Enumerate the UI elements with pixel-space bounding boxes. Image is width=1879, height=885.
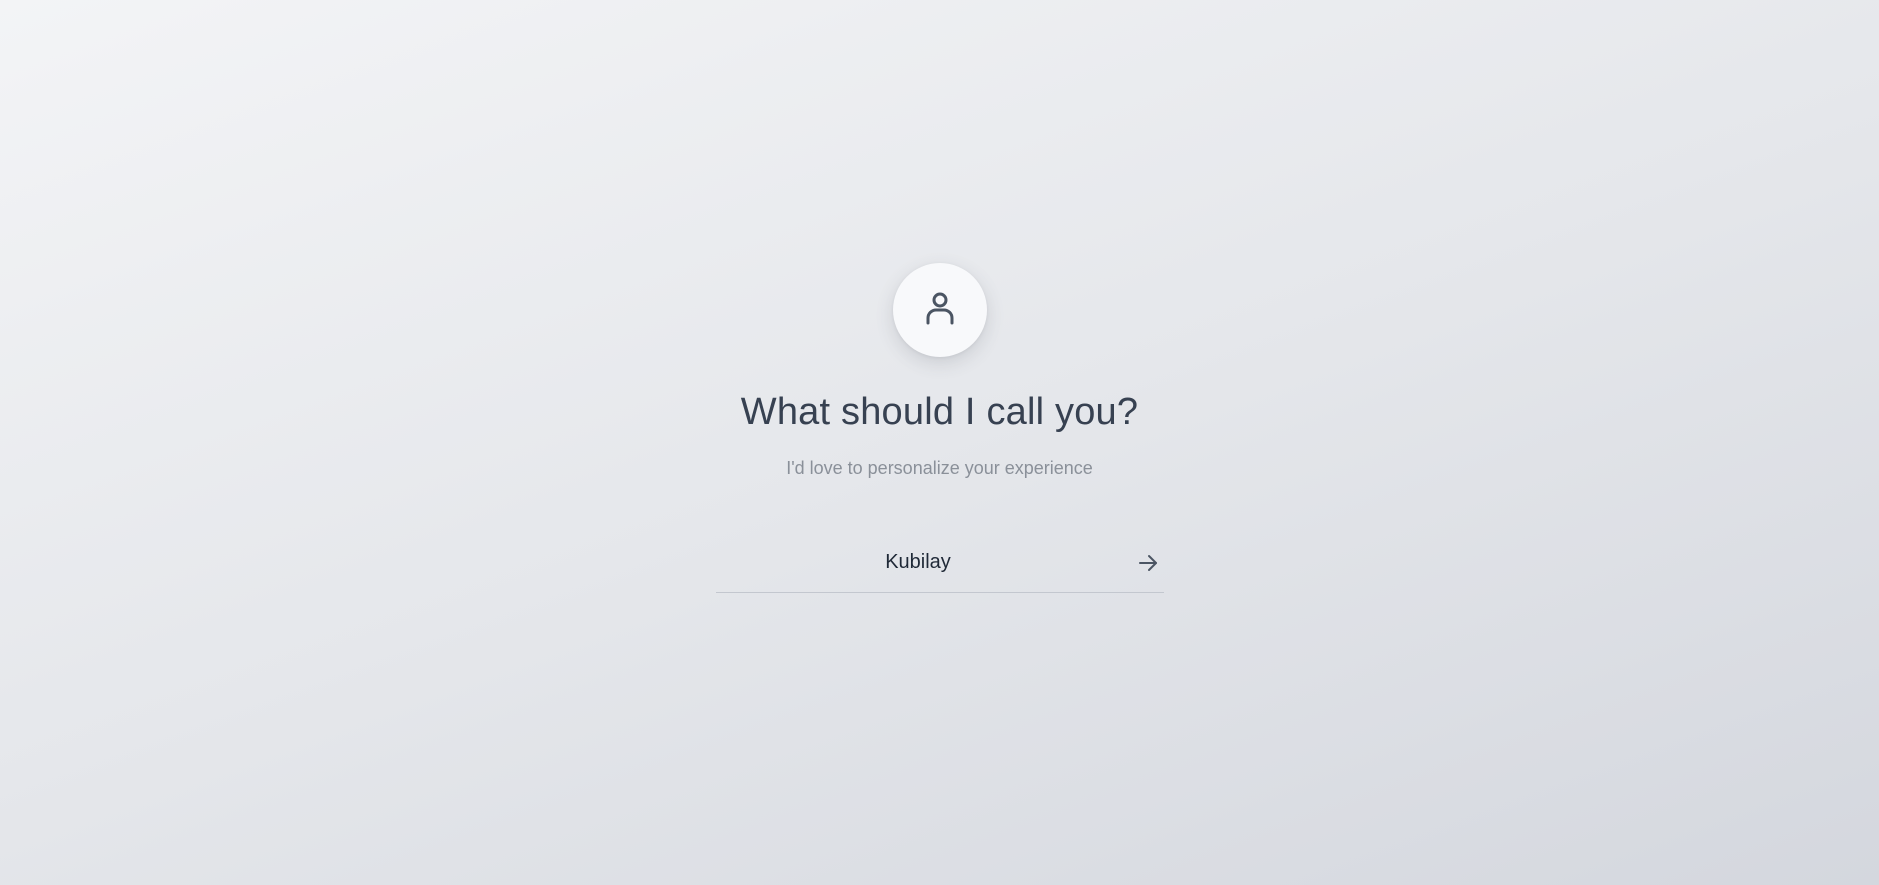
page-title: What should I call you? — [740, 391, 1139, 433]
user-icon — [920, 288, 960, 333]
submit-button[interactable] — [1132, 548, 1164, 580]
name-input[interactable] — [716, 540, 1164, 584]
page-subtitle: I'd love to personalize your experience — [786, 458, 1093, 478]
avatar — [893, 263, 987, 357]
onboarding-screen: What should I call you? I'd love to pers… — [0, 0, 1879, 885]
name-form — [716, 540, 1164, 593]
arrow-right-icon — [1137, 552, 1159, 577]
